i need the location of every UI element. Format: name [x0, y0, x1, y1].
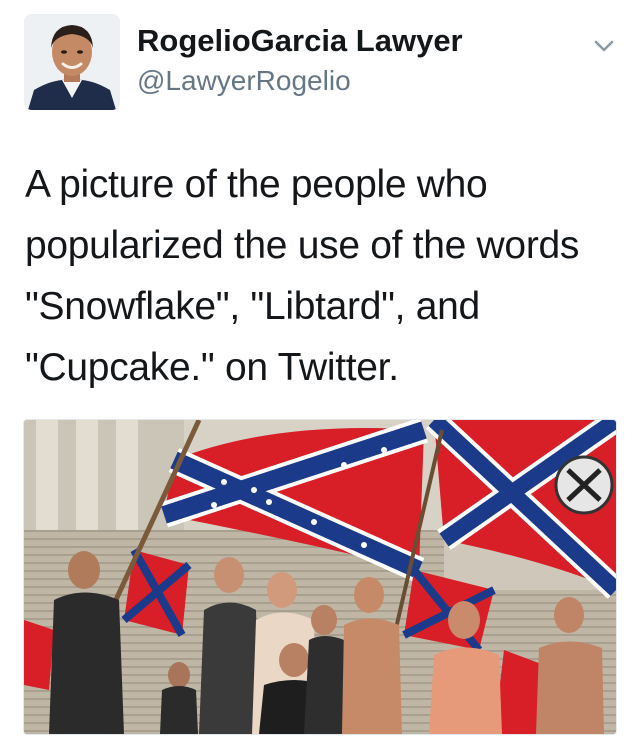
display-name[interactable]: RogelioGarcia Lawyer [137, 22, 463, 60]
tweet-photo[interactable] [23, 419, 617, 735]
tweet-text: A picture of the people who popularized … [25, 163, 580, 389]
more-options-button[interactable] [590, 32, 618, 60]
profile-photo-icon [24, 14, 120, 110]
chevron-down-icon [594, 40, 614, 52]
user-handle[interactable]: @LawyerRogelio [137, 64, 463, 98]
tweet-author[interactable]: RogelioGarcia Lawyer @LawyerRogelio [137, 22, 463, 98]
avatar[interactable] [24, 14, 120, 110]
tweet-card: RogelioGarcia Lawyer @LawyerRogelio A pi… [0, 0, 640, 748]
photo-crowd-flags [24, 420, 616, 734]
confederate-flag [24, 620, 54, 690]
